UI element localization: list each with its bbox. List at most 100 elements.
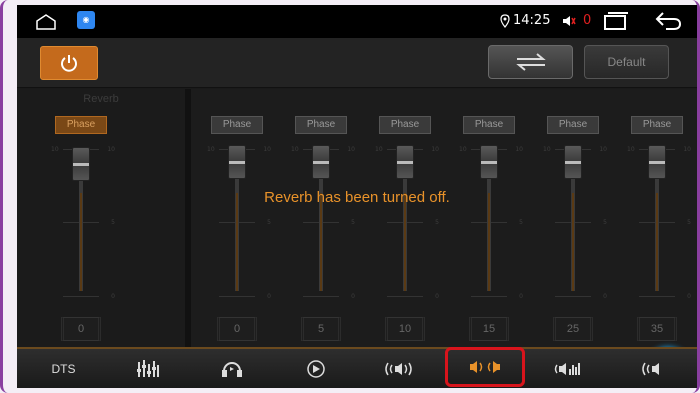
tab-headphone-surround[interactable] (189, 349, 274, 388)
status-bar: ◉ 14:25 0 (17, 5, 697, 38)
sound-toolbar: Default (17, 38, 697, 88)
slider-fill (320, 193, 322, 291)
scale-mid-label: 5 (111, 219, 115, 226)
power-toggle-button[interactable] (40, 46, 98, 80)
slider-fill (80, 193, 82, 291)
scale-top-left: 10 (543, 146, 551, 153)
phase-button[interactable]: Phase (463, 116, 515, 134)
scale-top-left: 10 (51, 146, 59, 153)
sound-mode-tabbar: DTS (17, 347, 697, 388)
channel-value: 10 (385, 317, 425, 341)
scale-top-right: 10 (431, 146, 439, 153)
device-frame: ◉ 14:25 0 Default Reverb Phase 10 10 5 0… (0, 0, 700, 393)
scale-bottom-label: 0 (519, 293, 523, 300)
reverb-channel-strip: Phase 10 10 5 0 0 (43, 89, 127, 347)
scale-mid-label: 5 (267, 219, 271, 226)
slider-knob[interactable] (480, 145, 498, 179)
channel-value: 25 (553, 317, 593, 341)
slider-fill (656, 193, 658, 291)
volume-level: 0 (583, 13, 592, 28)
tab-speaker-play[interactable] (273, 349, 358, 388)
home-icon[interactable] (35, 14, 57, 30)
phase-button[interactable]: Phase (55, 116, 107, 134)
scale-top-left: 10 (291, 146, 299, 153)
channel-value: 35 (637, 317, 677, 341)
phase-button[interactable]: Phase (631, 116, 683, 134)
slider-fill (404, 193, 406, 291)
app-notification-icon[interactable]: ◉ (77, 11, 95, 29)
channel-strip: Phase 10 10 5 0 35 (619, 89, 697, 347)
surround-sound-icon (384, 362, 412, 375)
headphone-surround-icon (221, 361, 242, 377)
tab-stereo-wave[interactable] (609, 349, 694, 388)
scale-bottom-label: 0 (435, 293, 439, 300)
slider-fill (488, 193, 490, 291)
channel-value: 0 (217, 317, 257, 341)
slider-fill (572, 193, 574, 291)
scale-top-left: 10 (207, 146, 215, 153)
channel-strip: Phase 10 10 5 0 0 (199, 89, 283, 347)
scale-mid-label: 5 (603, 219, 607, 226)
swap-button[interactable] (488, 45, 573, 79)
tab-dts[interactable]: DTS (21, 349, 106, 388)
status-time: 14:25 (513, 13, 551, 28)
bass-level-icon (554, 362, 580, 375)
tab-dts-label: DTS (51, 361, 76, 376)
default-button[interactable]: Default (584, 45, 669, 79)
scale-top-right: 10 (515, 146, 523, 153)
scale-mid-label: 5 (435, 219, 439, 226)
scale-bottom-label: 0 (603, 293, 607, 300)
scale-top-right: 10 (683, 146, 691, 153)
swap-arrows-icon (515, 53, 546, 71)
channel-strip: Phase 10 10 5 0 25 (535, 89, 619, 347)
channel-strip: Phase 10 10 5 0 10 (367, 89, 451, 347)
reverb-sound-icon (470, 361, 500, 373)
channel-value: 0 (61, 317, 101, 341)
tab-equalizer[interactable] (105, 349, 190, 388)
scale-top-right: 10 (263, 146, 271, 153)
reverb-mixer-panel: Reverb Phase 10 10 5 0 0 Phase 10 10 5 0 0 Phase 10 10… (17, 89, 697, 388)
location-icon (500, 14, 510, 28)
phase-button[interactable]: Phase (211, 116, 263, 134)
status-toast: Reverb has been turned off. (264, 189, 450, 206)
slider-knob[interactable] (228, 145, 246, 179)
phase-button[interactable]: Phase (547, 116, 599, 134)
stereo-wave-icon (641, 362, 659, 375)
section-divider (185, 89, 191, 347)
tab-surround-sound[interactable] (357, 349, 442, 388)
phase-button[interactable]: Phase (295, 116, 347, 134)
scale-mid-label: 5 (351, 219, 355, 226)
channel-value: 15 (469, 317, 509, 341)
car-head-unit-screen: ◉ 14:25 0 Default Reverb Phase 10 10 5 0… (17, 5, 697, 388)
scale-top-left: 10 (375, 146, 383, 153)
power-icon (61, 55, 77, 72)
channel-value: 5 (301, 317, 341, 341)
tab-bass-level[interactable] (525, 349, 610, 388)
slider-fill (236, 193, 238, 291)
slider-knob[interactable] (648, 145, 666, 179)
slider-knob[interactable] (312, 145, 330, 179)
recent-apps-icon[interactable] (603, 12, 629, 30)
phase-button[interactable]: Phase (379, 116, 431, 134)
scale-bottom-label: 0 (687, 293, 691, 300)
scale-mid-label: 5 (687, 219, 691, 226)
equalizer-icon (136, 359, 159, 377)
scale-top-right: 10 (107, 146, 115, 153)
volume-muted-icon (563, 16, 576, 26)
scale-bottom-label: 0 (351, 293, 355, 300)
back-icon[interactable] (654, 11, 682, 31)
scale-top-right: 10 (599, 146, 607, 153)
channel-strip: Phase 10 10 5 0 15 (451, 89, 535, 347)
scale-top-right: 10 (347, 146, 355, 153)
slider-knob[interactable] (564, 145, 582, 179)
slider-knob[interactable] (396, 145, 414, 179)
scale-top-left: 10 (459, 146, 467, 153)
tab-reverb-sound[interactable] (445, 347, 525, 387)
slider-knob[interactable] (72, 147, 90, 181)
speaker-play-icon (306, 359, 325, 378)
scale-bottom-label: 0 (111, 293, 115, 300)
channel-strip: Phase 10 10 5 0 5 (283, 89, 367, 347)
scale-mid-label: 5 (519, 219, 523, 226)
scale-bottom-label: 0 (267, 293, 271, 300)
scale-top-left: 10 (627, 146, 635, 153)
